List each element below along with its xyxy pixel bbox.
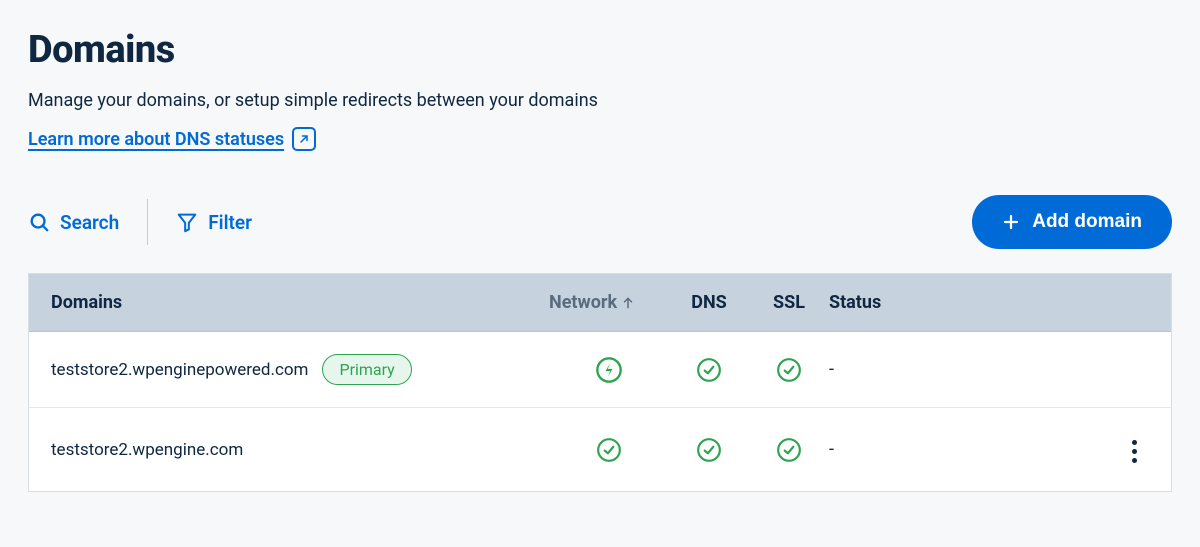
column-header-status[interactable]: Status	[829, 292, 989, 313]
filter-label: Filter	[208, 211, 252, 234]
table-row: teststore2.wpengine.com	[29, 408, 1171, 491]
check-circle-icon	[696, 357, 722, 383]
search-button[interactable]: Search	[28, 205, 119, 240]
toolbar-separator	[147, 199, 148, 245]
domain-name: teststore2.wpengine.com	[51, 440, 243, 460]
column-header-domains[interactable]: Domains	[51, 292, 549, 313]
filter-icon	[176, 211, 198, 233]
column-header-network[interactable]: Network	[549, 292, 669, 313]
filter-button[interactable]: Filter	[176, 205, 252, 240]
table-row: teststore2.wpenginepowered.com Primary	[29, 332, 1171, 408]
bolt-check-icon	[595, 356, 623, 384]
status-value: -	[829, 439, 989, 460]
domains-table: Domains Network DNS SSL Status teststore…	[28, 273, 1172, 492]
domain-name: teststore2.wpenginepowered.com	[51, 360, 308, 380]
add-domain-label: Add domain	[1032, 211, 1142, 233]
check-circle-icon	[776, 357, 802, 383]
column-header-dns[interactable]: DNS	[669, 292, 749, 313]
table-header-row: Domains Network DNS SSL Status	[29, 274, 1171, 332]
status-value: -	[829, 359, 989, 380]
row-actions-menu[interactable]	[1126, 434, 1143, 469]
primary-badge: Primary	[322, 354, 411, 385]
search-icon	[28, 211, 50, 233]
check-circle-icon	[596, 437, 622, 463]
add-domain-button[interactable]: Add domain	[972, 195, 1172, 249]
check-circle-icon	[696, 437, 722, 463]
plus-icon	[1002, 213, 1020, 231]
page-subtitle: Manage your domains, or setup simple red…	[28, 90, 1172, 111]
search-label: Search	[60, 211, 119, 234]
column-header-network-label: Network	[549, 292, 617, 313]
column-header-ssl[interactable]: SSL	[749, 292, 829, 313]
sort-ascending-icon	[621, 296, 635, 310]
page-title: Domains	[28, 28, 1172, 72]
learn-more-label: Learn more about DNS statuses	[28, 129, 284, 150]
external-link-icon	[292, 127, 316, 151]
check-circle-icon	[776, 437, 802, 463]
learn-more-link[interactable]: Learn more about DNS statuses	[28, 127, 316, 151]
